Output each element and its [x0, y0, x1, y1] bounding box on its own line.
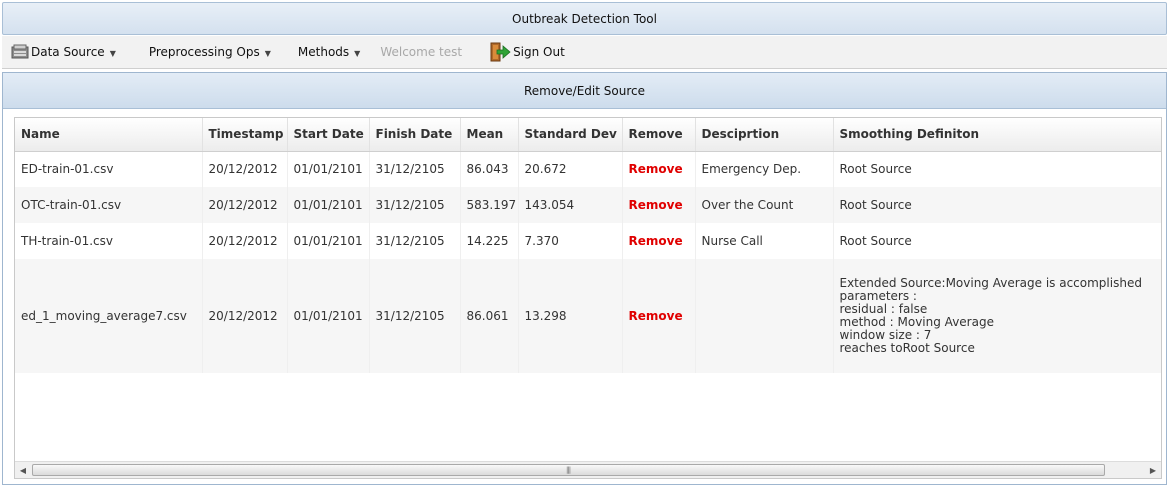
table-row[interactable]: ED-train-01.csv 20/12/2012 01/01/2101 31… [15, 151, 1161, 187]
cell-finish-date: 31/12/2105 [369, 151, 461, 187]
remove-link[interactable]: Remove [622, 151, 696, 187]
column-header-timestamp[interactable]: Timestamp [202, 118, 288, 152]
sources-table-container: Name Timestamp Start Date Finish Date Me… [14, 117, 1162, 479]
cell-mean: 14.225 [460, 223, 519, 259]
column-header-remove[interactable]: Remove [622, 118, 696, 152]
cell-standard-dev: 20.672 [518, 151, 623, 187]
sign-out-button[interactable]: Sign Out [489, 40, 565, 64]
database-icon [11, 44, 29, 60]
menu-data-source-label: Data Source [31, 45, 105, 59]
exit-door-icon [489, 42, 511, 62]
horizontal-scrollbar[interactable]: ◀ ||| ▶ [15, 461, 1161, 478]
table-row[interactable]: TH-train-01.csv 20/12/2012 01/01/2101 31… [15, 223, 1161, 259]
scrollbar-thumb[interactable]: ||| [32, 464, 1105, 476]
menu-preprocessing-label: Preprocessing Ops [148, 45, 260, 59]
scroll-right-icon[interactable]: ▶ [1145, 462, 1161, 478]
column-header-name[interactable]: Name [15, 118, 203, 152]
table-row[interactable]: OTC-train-01.csv 20/12/2012 01/01/2101 3… [15, 187, 1161, 223]
menu-methods-label: Methods [297, 45, 350, 59]
cell-smoothing: Root Source [833, 187, 1161, 223]
cell-description: Over the Count [695, 187, 834, 223]
remove-link[interactable]: Remove [622, 187, 696, 223]
column-header-smoothing[interactable]: Smoothing Definiton [833, 118, 1161, 152]
column-header-mean[interactable]: Mean [460, 118, 519, 152]
cell-timestamp: 20/12/2012 [202, 151, 288, 187]
cell-smoothing: Extended Source:Moving Average is accomp… [833, 259, 1162, 373]
menu-data-source[interactable]: Data Source ▼ [11, 40, 116, 64]
welcome-label: Welcome test [380, 45, 463, 59]
panel-header: Remove/Edit Source [3, 73, 1166, 109]
app-title: Outbreak Detection Tool [512, 11, 657, 26]
table-header-row: Name Timestamp Start Date Finish Date Me… [15, 118, 1161, 152]
remove-link[interactable]: Remove [622, 223, 696, 259]
panel-title: Remove/Edit Source [523, 83, 645, 98]
cell-name: TH-train-01.csv [15, 223, 203, 259]
cell-mean: 583.197 [460, 187, 519, 223]
cell-standard-dev: 13.298 [518, 259, 623, 373]
remove-edit-source-panel: Remove/Edit Source Name Timestamp Start … [2, 72, 1167, 485]
cell-start-date: 01/01/2101 [287, 187, 370, 223]
cell-start-date: 01/01/2101 [287, 223, 370, 259]
column-header-start-date[interactable]: Start Date [287, 118, 370, 152]
cell-timestamp: 20/12/2012 [202, 259, 288, 373]
cell-description: Emergency Dep. [695, 151, 834, 187]
welcome-text: Welcome test [380, 40, 462, 64]
menu-methods[interactable]: Methods ▼ [298, 40, 360, 64]
column-header-standard-dev[interactable]: Standard Dev [518, 118, 623, 152]
menu-preprocessing[interactable]: Preprocessing Ops ▼ [149, 40, 271, 64]
cell-timestamp: 20/12/2012 [202, 223, 288, 259]
cell-name: ed_1_moving_average7.csv [15, 259, 203, 373]
scroll-left-icon[interactable]: ◀ [15, 462, 31, 478]
chevron-down-icon: ▼ [264, 48, 271, 58]
cell-name: OTC-train-01.csv [15, 187, 203, 223]
cell-finish-date: 31/12/2105 [369, 223, 461, 259]
remove-link[interactable]: Remove [622, 259, 696, 373]
grip-icon: ||| [566, 466, 571, 474]
app-title-bar: Outbreak Detection Tool [2, 2, 1167, 35]
cell-smoothing: Root Source [833, 223, 1161, 259]
cell-finish-date: 31/12/2105 [369, 187, 461, 223]
cell-mean: 86.061 [460, 259, 519, 373]
column-header-description[interactable]: Desciprtion [695, 118, 834, 152]
cell-mean: 86.043 [460, 151, 519, 187]
sign-out-label: Sign Out [513, 45, 565, 59]
cell-standard-dev: 7.370 [518, 223, 623, 259]
chevron-down-icon: ▼ [354, 48, 361, 58]
cell-name: ED-train-01.csv [15, 151, 203, 187]
cell-description [695, 259, 834, 373]
cell-start-date: 01/01/2101 [287, 151, 370, 187]
smoothing-definition-lines: Extended Source:Moving Average is accomp… [839, 277, 1162, 355]
column-header-finish-date[interactable]: Finish Date [369, 118, 461, 152]
sources-table: Name Timestamp Start Date Finish Date Me… [15, 118, 1162, 373]
cell-timestamp: 20/12/2012 [202, 187, 288, 223]
cell-description: Nurse Call [695, 223, 834, 259]
cell-standard-dev: 143.054 [518, 187, 623, 223]
menu-bar: Data Source ▼ Preprocessing Ops ▼ Method… [2, 36, 1167, 69]
table-row[interactable]: ed_1_moving_average7.csv 20/12/2012 01/0… [15, 259, 1162, 373]
cell-finish-date: 31/12/2105 [369, 259, 461, 373]
cell-start-date: 01/01/2101 [287, 259, 370, 373]
chevron-down-icon: ▼ [109, 48, 116, 58]
smoothing-line: reaches toRoot Source [839, 341, 975, 355]
cell-smoothing: Root Source [833, 151, 1161, 187]
